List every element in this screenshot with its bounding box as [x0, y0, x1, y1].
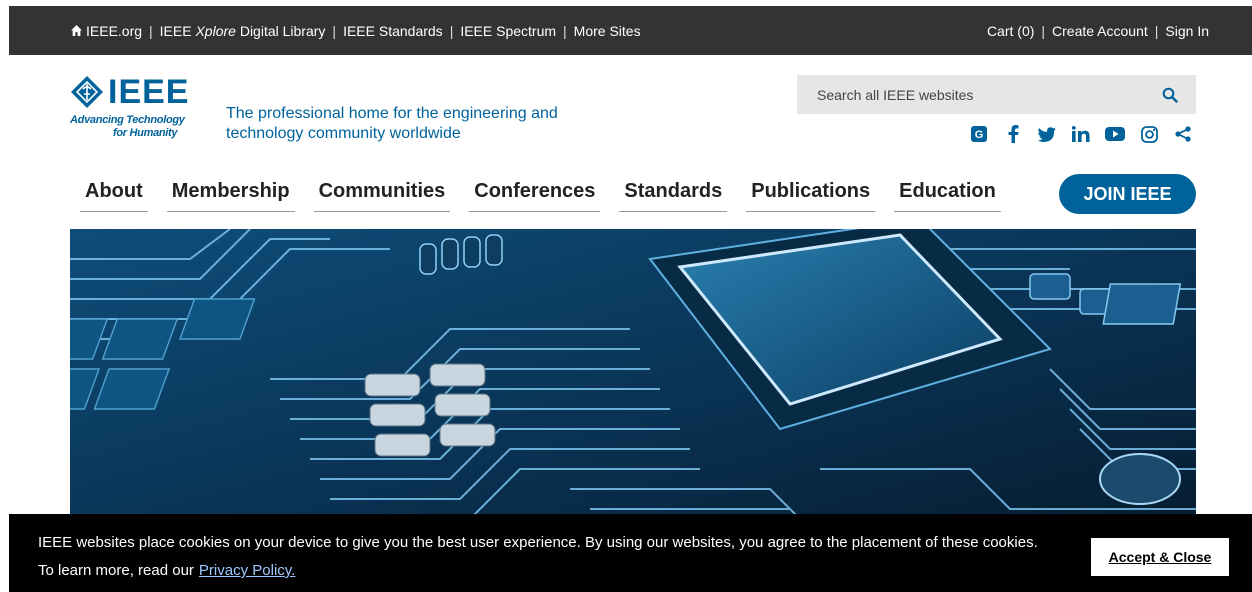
- cookie-banner: IEEE websites place cookies on your devi…: [9, 514, 1252, 592]
- separator: |: [149, 22, 153, 39]
- home-icon: [71, 25, 82, 36]
- circuit-board-illustration: [70, 229, 1196, 529]
- ieee-org-link[interactable]: IEEE.org: [86, 23, 142, 39]
- cart-link[interactable]: Cart (0): [987, 23, 1034, 39]
- logo-wordmark: IEEE: [108, 73, 190, 111]
- ieee-xplore-link[interactable]: IEEE Xplore Digital Library: [160, 23, 326, 39]
- ieee-spectrum-link[interactable]: IEEE Spectrum: [460, 23, 556, 39]
- nav-communities[interactable]: Communities: [313, 176, 451, 212]
- ieee-logo[interactable]: IEEE Advancing Technology for Humanity: [70, 74, 192, 144]
- utility-links-right: Cart (0) | Create Account | Sign In: [987, 6, 1209, 55]
- facebook-icon[interactable]: [1002, 123, 1024, 145]
- instagram-icon[interactable]: [1138, 123, 1160, 145]
- youtube-icon[interactable]: [1104, 123, 1126, 145]
- create-account-link[interactable]: Create Account: [1052, 23, 1148, 39]
- svg-text:G: G: [975, 129, 984, 141]
- linkedin-icon[interactable]: [1070, 123, 1092, 145]
- cookie-message-text: IEEE websites place cookies on your devi…: [38, 534, 1038, 579]
- privacy-policy-link[interactable]: Privacy Policy.: [199, 562, 295, 579]
- accept-close-button[interactable]: Accept & Close: [1091, 538, 1229, 576]
- separator: |: [449, 22, 454, 39]
- utility-links-left: IEEE.org | IEEE Xplore Digital Library |…: [71, 6, 641, 55]
- nav-standards[interactable]: Standards: [619, 176, 728, 212]
- xplore-label-post: Digital Library: [235, 22, 326, 39]
- utility-bar: IEEE.org | IEEE Xplore Digital Library |…: [9, 6, 1252, 55]
- twitter-icon[interactable]: [1036, 123, 1058, 145]
- share-icon[interactable]: [1172, 123, 1194, 145]
- ieee-collabratec-icon[interactable]: G: [968, 123, 990, 145]
- logo-tagline-line2: for Humanity: [113, 127, 178, 139]
- logo-brand: IEEE: [70, 74, 189, 110]
- separator: |: [332, 22, 337, 39]
- logo-tagline-line1: Advancing Technology: [70, 114, 185, 126]
- cookie-message: IEEE websites place cookies on your devi…: [38, 529, 1048, 585]
- nav-membership[interactable]: Membership: [166, 176, 295, 212]
- separator: |: [1041, 22, 1046, 39]
- separator: |: [563, 22, 567, 39]
- search-input[interactable]: [797, 75, 1137, 114]
- nav-education[interactable]: Education: [894, 176, 1001, 212]
- ieee-standards-link[interactable]: IEEE Standards: [343, 23, 443, 39]
- site-tagline: The professional home for the engineerin…: [226, 105, 558, 142]
- nav-about[interactable]: About: [80, 176, 148, 212]
- join-ieee-button[interactable]: JOIN IEEE: [1059, 174, 1196, 214]
- nav-publications[interactable]: Publications: [746, 176, 876, 212]
- separator: |: [1154, 22, 1159, 39]
- hero-image: [70, 229, 1196, 529]
- ieee-diamond-icon: [71, 76, 103, 108]
- search-box: [797, 75, 1196, 114]
- more-sites-link[interactable]: More Sites: [574, 23, 641, 39]
- sign-in-link[interactable]: Sign In: [1165, 23, 1209, 39]
- social-links: G: [968, 123, 1198, 145]
- main-nav: About Membership Communities Conferences…: [80, 176, 1020, 212]
- search-icon[interactable]: [1162, 87, 1178, 103]
- xplore-label-em: Xplore: [195, 22, 236, 39]
- nav-conferences[interactable]: Conferences: [469, 176, 601, 212]
- xplore-label-pre: IEEE: [159, 22, 196, 39]
